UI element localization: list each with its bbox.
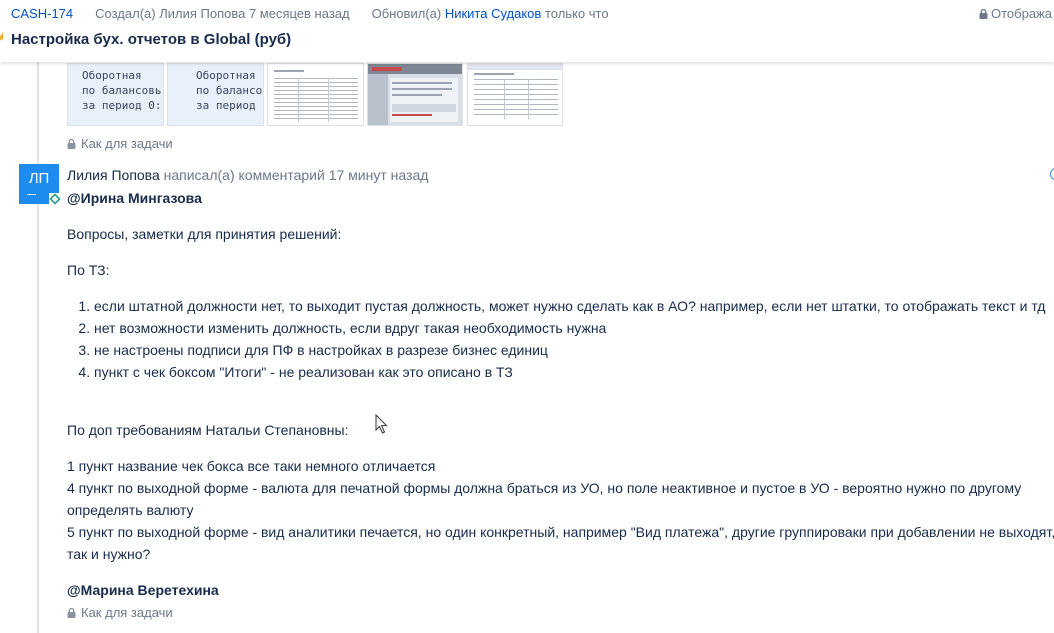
restriction-label: Отобража <box>991 6 1052 21</box>
created-prefix: Создал(а) <box>95 6 156 21</box>
extra-line: 5 пункт по выходной форме - вид аналитик… <box>67 524 1054 562</box>
comment-header: Лилия Попова написал(а) комментарий 17 м… <box>67 167 428 183</box>
comment-action: написал(а) комментарий <box>163 167 325 183</box>
status-badge-icon <box>49 193 61 205</box>
updater-link[interactable]: Никита Судаков <box>445 6 542 21</box>
visibility-label: Как для задачи <box>81 136 173 151</box>
visibility-label: Как для задачи <box>81 605 173 620</box>
star-icon[interactable]: ★ <box>0 31 3 43</box>
list-item: нет возможности изменить должность, если… <box>94 317 1054 339</box>
avatar-initials: ЛП <box>28 170 50 187</box>
mouse-cursor-icon <box>375 414 388 434</box>
lock-icon <box>67 139 76 149</box>
mention[interactable]: @Ирина Мингазова <box>67 187 202 209</box>
list-item: не настроены подписи для ПФ в настройках… <box>94 339 1054 361</box>
issue-meta: CASH-174 Создал(а) Лилия Попова 7 месяцев… <box>11 6 609 22</box>
attachment-thumbnail[interactable]: Оборотная по балансов за период ( <box>167 63 264 126</box>
updated-prefix: Обновил(а) <box>371 6 442 21</box>
lock-icon <box>979 9 988 19</box>
comment-visibility: Как для задачи <box>67 605 173 620</box>
issue-title: Настройка бух. отчетов в Global (руб) <box>11 31 292 48</box>
issue-header: ★ CASH-174 Создал(а) Лилия Попова 7 месяц… <box>0 0 1054 62</box>
thumbnail-text: Оборотная по балансовь за период 0: <box>82 69 162 112</box>
comment-actions-icon[interactable] <box>1046 167 1054 181</box>
tz-heading: По ТЗ: <box>67 262 110 278</box>
extra-line: 4 пункт по выходной форме - валюта для п… <box>67 480 1022 518</box>
creator-name: Лилия Попова <box>159 6 246 21</box>
screenshot-preview <box>368 64 462 125</box>
extra-line: 1 пункт название чек бокса все таки немн… <box>67 458 436 474</box>
attachment-thumbnail[interactable] <box>267 63 364 126</box>
comment-intro: Вопросы, заметки для принятия решений: <box>67 226 342 242</box>
attachment-thumbnail[interactable]: Оборотная по балансовь за период 0: <box>67 63 164 126</box>
list-item: пункт с чек боксом "Итоги" - не реализов… <box>94 361 1054 383</box>
mention[interactable]: @Марина Веретехина <box>67 579 219 601</box>
lock-icon <box>67 608 76 618</box>
restriction-indicator[interactable]: Отобража <box>979 6 1052 21</box>
spreadsheet-preview <box>274 70 358 122</box>
comment-visibility: Как для задачи <box>67 136 173 151</box>
issue-key-link[interactable]: CASH-174 <box>11 6 73 21</box>
updated-ago: только что <box>544 6 609 21</box>
extra-heading: По доп требованиям Натальи Степановны: <box>67 422 349 438</box>
comment-time[interactable]: 17 минут назад <box>329 167 429 183</box>
thumbnail-text: Оборотная по балансов за период ( <box>196 69 264 112</box>
attachment-thumbnail[interactable] <box>467 63 563 126</box>
spreadsheet-preview <box>468 64 562 119</box>
attachment-thumbnail[interactable] <box>367 63 463 126</box>
thread-line <box>37 62 39 633</box>
created-ago: 7 месяцев назад <box>248 6 350 21</box>
tz-list: если штатной должности нет, то выходит п… <box>67 295 1054 383</box>
comment-author[interactable]: Лилия Попова <box>67 167 160 183</box>
list-item: если штатной должности нет, то выходит п… <box>94 295 1054 317</box>
